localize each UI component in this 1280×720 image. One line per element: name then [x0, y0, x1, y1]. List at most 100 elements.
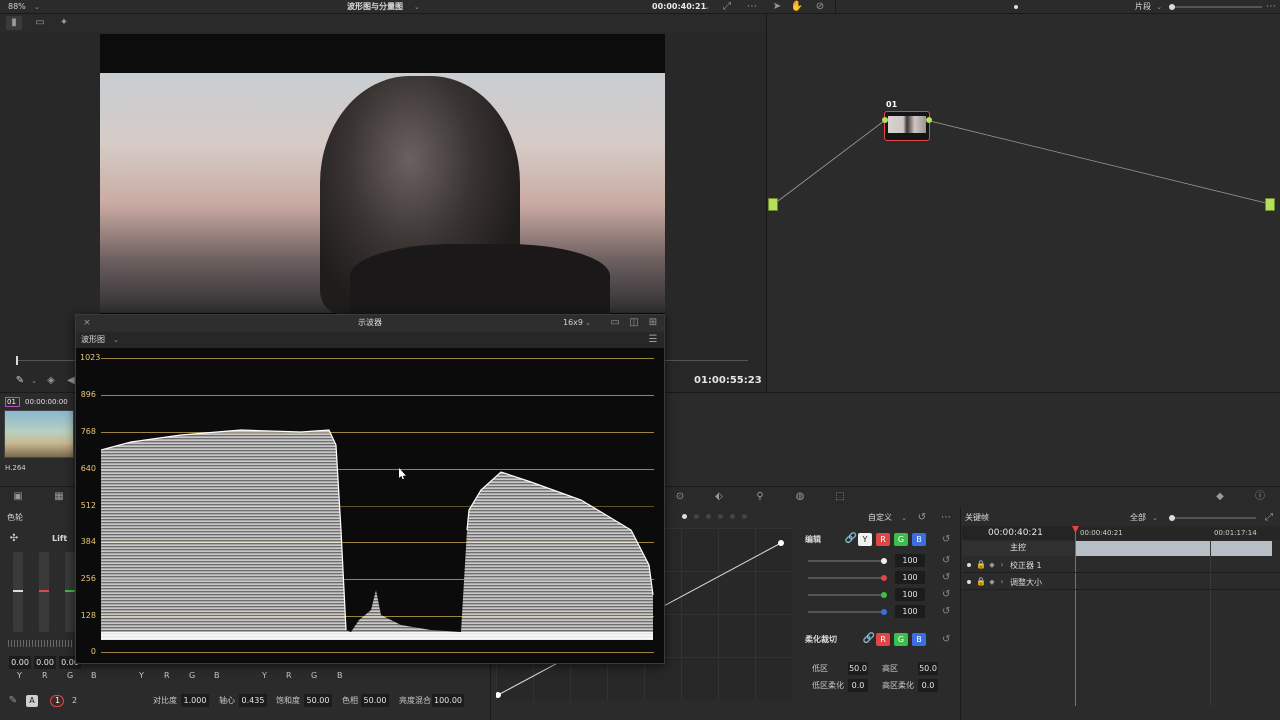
- page-2-label[interactable]: 2: [72, 697, 77, 705]
- node-input-dot[interactable]: [882, 117, 888, 123]
- b-intensity-slider[interactable]: [808, 611, 886, 613]
- pivot-value[interactable]: 0.435: [239, 694, 267, 707]
- close-icon[interactable]: ×: [80, 316, 94, 330]
- value-r[interactable]: 0.00: [34, 656, 56, 669]
- viewer-bottom-timecode[interactable]: 01:00:55:23: [694, 376, 762, 386]
- more-icon[interactable]: ⋯: [939, 511, 953, 525]
- single-layout-icon[interactable]: ▭: [608, 316, 622, 330]
- curve-r-button[interactable]: R: [876, 533, 890, 546]
- reset-icon[interactable]: ↺: [942, 635, 950, 645]
- chevron-down-icon[interactable]: ⌄: [581, 316, 595, 330]
- top-timecode[interactable]: 00:00:40:21: [652, 3, 706, 11]
- link-icon[interactable]: 🔗: [862, 632, 876, 646]
- soft-clip-b-button[interactable]: B: [912, 633, 926, 646]
- low-soft-value[interactable]: 0.0: [848, 679, 868, 692]
- color-match-icon[interactable]: ▦: [52, 490, 66, 504]
- reset-icon[interactable]: ↺: [942, 590, 950, 600]
- chevron-down-icon[interactable]: ⌄: [30, 0, 44, 14]
- qualifier-icon[interactable]: ⬖: [712, 490, 726, 504]
- crosshair-icon[interactable]: ✣: [7, 532, 21, 546]
- chevron-down-icon[interactable]: ⌄: [27, 374, 41, 388]
- scope-aspect[interactable]: 16x9: [563, 319, 583, 327]
- curve-y-button[interactable]: Y: [858, 533, 872, 546]
- chevron-right-icon[interactable]: ›: [995, 558, 1009, 572]
- node-output-dot[interactable]: [926, 117, 932, 123]
- low-value[interactable]: 50.0: [848, 662, 868, 675]
- viewer-title[interactable]: 波形图与分量图: [347, 3, 403, 11]
- eyedropper-icon[interactable]: ✎: [13, 374, 27, 388]
- slider-knob[interactable]: [1169, 4, 1175, 10]
- split-view-icon[interactable]: ▭: [32, 16, 48, 30]
- layers-icon[interactable]: ◈: [44, 374, 58, 388]
- saturation-value[interactable]: 50.00: [304, 694, 332, 707]
- hue-value[interactable]: 50.00: [361, 694, 389, 707]
- track-dot[interactable]: [967, 580, 971, 584]
- chevron-down-icon[interactable]: ⌄: [1148, 511, 1162, 525]
- high-value[interactable]: 50.0: [918, 662, 938, 675]
- node-zoom-slider[interactable]: [1172, 6, 1262, 8]
- clip-thumbnail[interactable]: [4, 410, 74, 458]
- output-connector[interactable]: [1265, 198, 1275, 211]
- keyframe-diamond-icon[interactable]: ◆: [1213, 490, 1227, 504]
- info-icon[interactable]: ⓘ: [1253, 490, 1267, 504]
- chevron-down-icon[interactable]: ⌄: [1152, 0, 1166, 14]
- reset-icon[interactable]: ↺: [942, 607, 950, 617]
- dual-layout-icon[interactable]: ◫: [627, 316, 641, 330]
- g-slider[interactable]: [65, 552, 75, 632]
- y-intensity-slider[interactable]: [808, 560, 886, 562]
- single-view-icon[interactable]: ▮: [6, 16, 22, 30]
- reset-icon[interactable]: ↺: [942, 573, 950, 583]
- curve-b-button[interactable]: B: [912, 533, 926, 546]
- chevron-right-icon[interactable]: ›: [995, 575, 1009, 589]
- auto-button[interactable]: A: [26, 695, 38, 707]
- g-intensity-value[interactable]: 100: [895, 588, 925, 601]
- magic-mask-icon[interactable]: ⚲: [753, 490, 767, 504]
- bypass-icon[interactable]: ⊘: [813, 0, 827, 14]
- track-dot[interactable]: [967, 563, 971, 567]
- chevron-down-icon[interactable]: ⌄: [109, 333, 123, 347]
- contrast-value[interactable]: 1.000: [181, 694, 209, 707]
- soft-clip-g-button[interactable]: G: [894, 633, 908, 646]
- keyframe-playhead[interactable]: [1075, 526, 1076, 706]
- r-intensity-value[interactable]: 100: [895, 571, 925, 584]
- r-knob[interactable]: [881, 575, 887, 581]
- b-intensity-value[interactable]: 100: [895, 605, 925, 618]
- curve-g-button[interactable]: G: [894, 533, 908, 546]
- 3d-icon[interactable]: ⬚: [833, 490, 847, 504]
- b-knob[interactable]: [881, 609, 887, 615]
- reset-icon[interactable]: ↺: [942, 535, 950, 545]
- value-y[interactable]: 0.00: [9, 656, 31, 669]
- auto-balance-icon[interactable]: ✎: [6, 694, 20, 708]
- keyframe-current-tc[interactable]: 00:00:40:21: [988, 529, 1043, 538]
- playhead-marker[interactable]: [16, 356, 18, 365]
- camera-raw-icon[interactable]: ▣: [11, 490, 25, 504]
- expand-icon[interactable]: ⤢: [720, 0, 734, 14]
- y-knob[interactable]: [881, 558, 887, 564]
- scope-type[interactable]: 波形图: [81, 336, 105, 344]
- g-intensity-slider[interactable]: [808, 594, 886, 596]
- magic-wand-icon[interactable]: ✦: [57, 16, 71, 30]
- input-connector[interactable]: [768, 198, 778, 211]
- soft-clip-r-button[interactable]: R: [876, 633, 890, 646]
- hand-icon[interactable]: ✋: [790, 0, 804, 14]
- more-icon[interactable]: ⋯: [745, 0, 759, 14]
- zoom-level[interactable]: 88%: [8, 3, 26, 11]
- link-icon[interactable]: 🔗: [844, 532, 858, 546]
- master-track-bar[interactable]: [1076, 541, 1272, 556]
- color-node[interactable]: [884, 111, 930, 141]
- high-soft-value[interactable]: 0.0: [918, 679, 938, 692]
- slider-knob[interactable]: [1169, 515, 1175, 521]
- r-slider[interactable]: [39, 552, 49, 632]
- blur-icon[interactable]: ◍: [793, 490, 807, 504]
- lum-mix-value[interactable]: 100.00: [432, 694, 464, 707]
- r-intensity-slider[interactable]: [808, 577, 886, 579]
- master-wheel-dial[interactable]: [8, 640, 74, 647]
- chevron-down-icon[interactable]: ⌄: [410, 0, 424, 14]
- more-icon[interactable]: ⋯: [1264, 0, 1278, 14]
- quad-layout-icon[interactable]: ⊞: [646, 316, 660, 330]
- keyframe-zoom-slider[interactable]: [1172, 517, 1256, 519]
- expand-icon[interactable]: ⤢: [1262, 511, 1276, 525]
- chevron-down-icon[interactable]: ⌄: [700, 0, 714, 14]
- y-slider[interactable]: [13, 552, 23, 632]
- reset-icon[interactable]: ↺: [915, 511, 929, 525]
